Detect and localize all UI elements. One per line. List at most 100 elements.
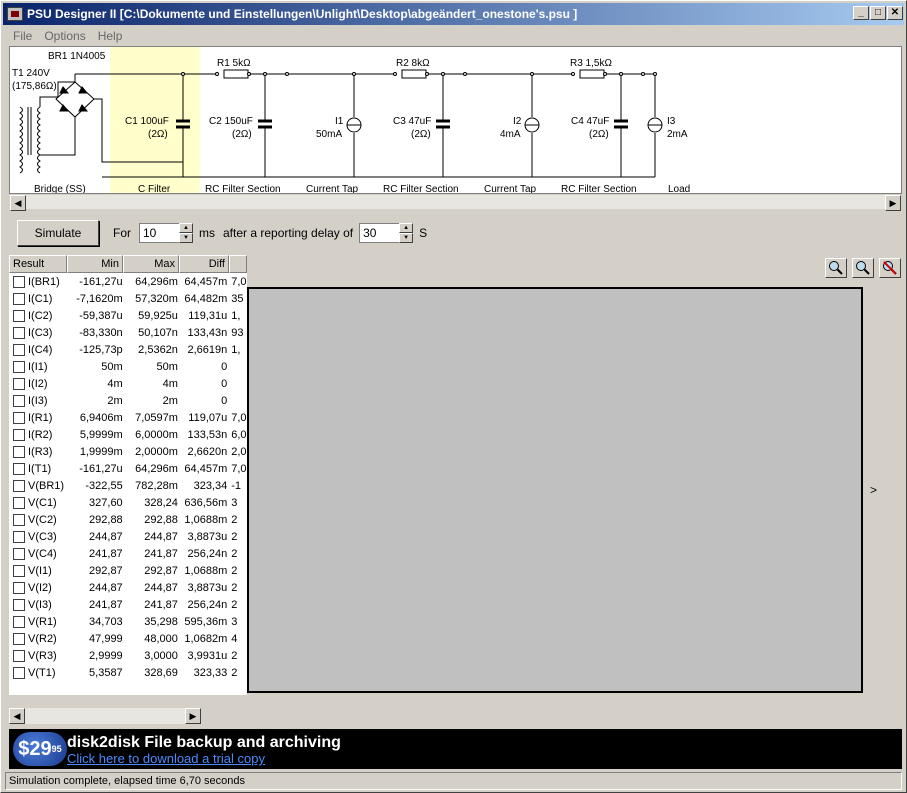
section-label-rc-3: RC Filter Section bbox=[561, 184, 637, 194]
result-extra: 2 bbox=[231, 649, 238, 662]
scroll-right-arrow-icon[interactable]: ▶ bbox=[885, 195, 901, 211]
simulate-button[interactable]: Simulate bbox=[17, 220, 99, 246]
section-label-load: Load bbox=[668, 184, 690, 194]
result-checkbox[interactable] bbox=[13, 513, 25, 526]
spin-up-icon[interactable]: ▲ bbox=[179, 223, 193, 233]
graph-canvas[interactable] bbox=[247, 287, 863, 693]
scroll-left-arrow-icon[interactable]: ◀ bbox=[9, 708, 25, 724]
trial-download-link[interactable]: Click here to download a trial copy bbox=[67, 751, 265, 766]
maximize-button[interactable]: □ bbox=[870, 6, 886, 20]
delay-label: after a reporting delay of bbox=[223, 226, 354, 240]
result-checkbox[interactable] bbox=[13, 377, 25, 390]
result-name: V(I3) bbox=[28, 598, 52, 611]
delay-spinner[interactable]: ▲ ▼ bbox=[399, 223, 414, 243]
zoom-in-icon[interactable] bbox=[825, 258, 847, 278]
spin-down-icon[interactable]: ▼ bbox=[179, 233, 193, 243]
result-checkbox[interactable] bbox=[13, 581, 25, 594]
transformer-label-2: (175,86Ω) bbox=[12, 81, 57, 92]
zoom-reset-icon[interactable] bbox=[879, 258, 901, 278]
current-source-i1[interactable] bbox=[346, 74, 362, 177]
result-min: 244,87 bbox=[89, 581, 123, 594]
result-extra: 2,0 bbox=[231, 445, 247, 458]
results-scrollbar[interactable]: ◀ ▶ bbox=[9, 708, 201, 724]
result-checkbox[interactable] bbox=[13, 564, 25, 577]
header-diff[interactable]: Diff bbox=[179, 255, 229, 273]
duration-input[interactable] bbox=[139, 223, 179, 243]
result-checkbox[interactable] bbox=[13, 343, 25, 356]
header-max[interactable]: Max bbox=[123, 255, 179, 273]
result-name: I(R2) bbox=[28, 428, 53, 441]
zoom-out-icon[interactable] bbox=[852, 258, 874, 278]
result-checkbox[interactable] bbox=[13, 598, 25, 611]
menu-options[interactable]: Options bbox=[38, 27, 91, 45]
result-min: 5,9999m bbox=[79, 428, 123, 441]
capacitor-c2[interactable] bbox=[258, 74, 272, 177]
current-source-i3[interactable] bbox=[647, 74, 663, 177]
scroll-right-arrow-icon[interactable]: ▶ bbox=[185, 708, 201, 724]
result-max: 57,320m bbox=[135, 292, 178, 305]
result-checkbox[interactable] bbox=[13, 394, 25, 407]
result-checkbox[interactable] bbox=[13, 615, 25, 628]
table-row: I(C3) -83,330n 50,107n 133,43n 93 bbox=[9, 324, 247, 341]
minimize-button[interactable]: _ bbox=[853, 6, 869, 20]
table-row: V(I2) 244,87 244,87 3,8873u 2 bbox=[9, 579, 247, 596]
duration-spinner[interactable]: ▲ ▼ bbox=[179, 223, 193, 243]
title-bar[interactable]: PSU Designer II [C:\Dokumente und Einste… bbox=[3, 3, 904, 25]
capacitor-c3[interactable] bbox=[436, 74, 450, 177]
section-label-bridge: Bridge (SS) bbox=[34, 184, 86, 194]
resistor-r3[interactable] bbox=[579, 69, 605, 79]
c2-label: C2 150uF bbox=[209, 116, 253, 127]
result-checkbox[interactable] bbox=[13, 292, 25, 305]
result-extra: 7,0 bbox=[231, 411, 247, 424]
i2-value: 4mA bbox=[500, 129, 521, 140]
result-checkbox[interactable] bbox=[13, 530, 25, 543]
schematic-scrollbar[interactable]: ◀ ▶ bbox=[9, 194, 902, 211]
result-checkbox[interactable] bbox=[13, 360, 25, 373]
result-max: 328,69 bbox=[144, 666, 178, 679]
result-max: 59,925u bbox=[138, 309, 178, 322]
result-checkbox[interactable] bbox=[13, 649, 25, 662]
result-checkbox[interactable] bbox=[13, 666, 25, 679]
table-row: V(I1) 292,87 292,87 1,0688m 2 bbox=[9, 562, 247, 579]
transformer-symbol[interactable] bbox=[19, 81, 76, 174]
delay-input[interactable] bbox=[359, 223, 400, 243]
result-checkbox[interactable] bbox=[13, 428, 25, 441]
menu-help[interactable]: Help bbox=[92, 27, 129, 45]
result-min: 2m bbox=[107, 394, 123, 407]
current-source-i2[interactable] bbox=[524, 74, 540, 177]
menu-file[interactable]: File bbox=[7, 27, 38, 45]
spin-down-icon[interactable]: ▼ bbox=[399, 233, 414, 243]
result-checkbox[interactable] bbox=[13, 445, 25, 458]
result-name: V(C1) bbox=[28, 496, 57, 509]
ad-banner[interactable]: $29 95 disk2disk File backup and archivin… bbox=[9, 729, 902, 769]
header-result[interactable]: Result bbox=[9, 255, 67, 273]
result-checkbox[interactable] bbox=[13, 547, 25, 560]
result-checkbox[interactable] bbox=[13, 632, 25, 645]
capacitor-c4[interactable] bbox=[614, 74, 628, 177]
resistor-r2[interactable] bbox=[401, 69, 427, 79]
schematic-view[interactable]: T1 240V (175,86Ω) BR1 1N4005 C1 100uF (2… bbox=[9, 46, 902, 194]
result-diff: 3,9931u bbox=[187, 649, 228, 662]
table-row: V(R1) 34,703 35,298 595,36m 3 bbox=[9, 613, 247, 630]
result-checkbox[interactable] bbox=[13, 309, 25, 322]
c1-esr: (2Ω) bbox=[148, 129, 168, 140]
table-row: I(C1) -7,1620m 57,320m 64,482m 35 bbox=[9, 290, 247, 307]
graph-expand-arrow[interactable]: > bbox=[870, 483, 877, 497]
result-extra: -1 bbox=[231, 479, 242, 492]
scroll-left-arrow-icon[interactable]: ◀ bbox=[10, 195, 26, 211]
header-min[interactable]: Min bbox=[67, 255, 123, 273]
menu-bar: File Options Help bbox=[3, 26, 904, 45]
resistor-r1[interactable] bbox=[223, 69, 249, 79]
result-checkbox[interactable] bbox=[13, 411, 25, 424]
result-checkbox[interactable] bbox=[13, 496, 25, 509]
result-checkbox[interactable] bbox=[13, 326, 25, 339]
app-icon[interactable] bbox=[7, 7, 23, 21]
spin-up-icon[interactable]: ▲ bbox=[399, 223, 414, 233]
r2-label: R2 8kΩ bbox=[396, 58, 430, 69]
close-button[interactable]: ✕ bbox=[887, 6, 903, 20]
result-max: 64,296m bbox=[135, 462, 178, 475]
result-checkbox[interactable] bbox=[13, 275, 25, 288]
result-min: -161,27u bbox=[79, 462, 123, 475]
result-checkbox[interactable] bbox=[13, 479, 25, 492]
result-checkbox[interactable] bbox=[13, 462, 25, 475]
